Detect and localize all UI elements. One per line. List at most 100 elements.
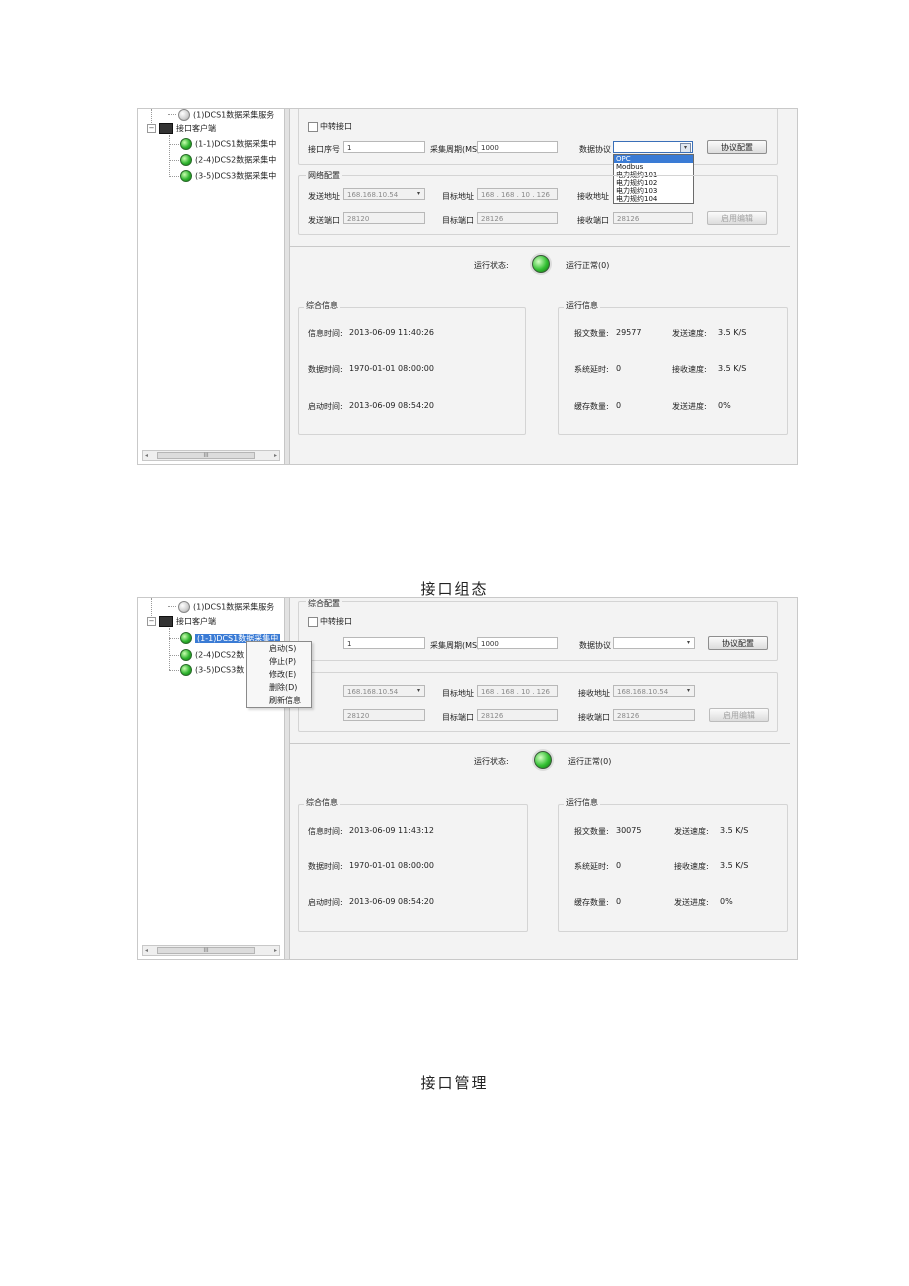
protocol-option[interactable]: OPC: [614, 155, 693, 163]
recv-speed-value: 3.5 K/S: [718, 364, 747, 373]
recv-addr-select[interactable]: 168.168.10.54 ▾: [613, 685, 695, 697]
protocol-select[interactable]: ▾: [613, 141, 693, 153]
tree-item-server[interactable]: (1)DCS1数据采集服务: [178, 601, 274, 613]
protocol-select[interactable]: ▾: [613, 637, 695, 649]
send-port-input[interactable]: 28120: [343, 212, 425, 224]
tree-item-client-1[interactable]: (1-1)DCS1数据采集中: [180, 138, 276, 150]
menu-item-edit[interactable]: 修改(E): [247, 668, 311, 681]
data-time-value: 1970-01-01 08:00:00: [349, 364, 434, 373]
relay-checkbox[interactable]: [308, 617, 318, 627]
status-green-icon: [180, 649, 192, 661]
menu-item-delete[interactable]: 删除(D): [247, 681, 311, 694]
dropdown-arrow-icon[interactable]: ▾: [684, 639, 693, 647]
protocol-label: 数据协议: [579, 641, 611, 650]
run-state-label: 运行状态:: [474, 757, 509, 766]
collapse-icon[interactable]: −: [147, 124, 156, 133]
target-addr-label: 目标地址: [442, 689, 474, 698]
enable-edit-button[interactable]: 启用编辑: [707, 211, 767, 225]
dropdown-arrow-icon[interactable]: ▾: [684, 687, 693, 695]
send-addr-select[interactable]: 168.168.10.54 ▾: [343, 188, 425, 200]
recv-addr-label: 接收地址: [577, 192, 609, 201]
recv-addr-label: 接收地址: [578, 689, 610, 698]
tree-horizontal-scrollbar[interactable]: ◂ III ▸: [142, 945, 280, 956]
send-speed-value: 3.5 K/S: [720, 826, 749, 835]
tree-item-client-2[interactable]: (2-4)DCS2数: [180, 649, 244, 661]
interface-tree: (1)DCS1数据采集服务 − 接口客户端 (1-1)DCS1数据采集中 (2-4…: [138, 109, 285, 464]
port-no-input[interactable]: 1: [343, 141, 425, 153]
relay-label: 中转接口: [320, 122, 352, 131]
network-group: [298, 175, 778, 235]
protocol-config-button[interactable]: 协议配置: [707, 140, 767, 154]
scroll-thumb[interactable]: III: [157, 452, 255, 459]
tree-item-clients[interactable]: − 接口客户端: [147, 616, 216, 628]
tree-item-clients[interactable]: − 接口客户端: [147, 123, 216, 135]
start-time-label: 启动时间:: [308, 402, 343, 411]
send-port-input[interactable]: 28120: [343, 709, 425, 721]
send-progress-label: 发送进度:: [674, 898, 709, 907]
dropdown-arrow-icon[interactable]: ▾: [414, 190, 423, 198]
target-port-input[interactable]: 28126: [477, 709, 558, 721]
send-progress-value: 0%: [718, 401, 731, 410]
port-no-input[interactable]: 1: [343, 637, 425, 649]
menu-item-refresh[interactable]: 刷新信息: [247, 694, 311, 707]
start-time-value: 2013-06-09 08:54:20: [349, 897, 434, 906]
status-green-icon: [180, 632, 192, 644]
tree-item-client-2[interactable]: (2-4)DCS2数据采集中: [180, 154, 276, 166]
run-info-title: 运行信息: [564, 300, 600, 311]
period-input[interactable]: 1000: [477, 637, 558, 649]
enable-edit-button[interactable]: 启用编辑: [709, 708, 769, 722]
scroll-thumb[interactable]: III: [157, 947, 255, 954]
tree-item-server[interactable]: (1)DCS1数据采集服务: [178, 109, 274, 121]
send-progress-label: 发送进度:: [672, 402, 707, 411]
tree-item-client-3[interactable]: (3-5)DCS3数据采集中: [180, 170, 276, 182]
summary-info-title: 综合信息: [304, 300, 340, 311]
tree-horizontal-scrollbar[interactable]: ◂ III ▸: [142, 450, 280, 461]
target-addr-input[interactable]: 168 . 168 . 10 . 126: [477, 685, 558, 697]
dropdown-arrow-icon[interactable]: ▾: [414, 687, 423, 695]
pane-splitter[interactable]: [284, 109, 290, 464]
scroll-right-icon[interactable]: ▸: [274, 946, 277, 955]
sys-delay-label: 系统延时:: [574, 365, 609, 374]
collapse-icon[interactable]: −: [147, 617, 156, 626]
network-group: [298, 672, 778, 732]
recv-port-input[interactable]: 28126: [613, 212, 693, 224]
scroll-left-icon[interactable]: ◂: [145, 946, 148, 955]
send-addr-select[interactable]: 168.168.10.54 ▾: [343, 685, 425, 697]
menu-item-start[interactable]: 启动(S): [247, 642, 311, 655]
tree-context-menu[interactable]: 启动(S) 停止(P) 修改(E) 删除(D) 刷新信息: [246, 641, 312, 708]
target-addr-input[interactable]: 168 . 168 . 10 . 126: [477, 188, 558, 200]
protocol-option[interactable]: Modbus: [614, 163, 693, 171]
info-time-value: 2013-06-09 11:43:12: [349, 826, 434, 835]
tree-item-client-3[interactable]: (3-5)DCS3数: [180, 664, 244, 676]
config-group-title: 综合配置: [306, 598, 342, 609]
info-time-label: 信息时间:: [308, 827, 343, 836]
msg-count-label: 报文数量:: [574, 827, 609, 836]
menu-item-stop[interactable]: 停止(P): [247, 655, 311, 668]
data-time-label: 数据时间:: [308, 365, 343, 374]
period-input[interactable]: 1000: [477, 141, 558, 153]
protocol-config-button[interactable]: 协议配置: [708, 636, 768, 650]
dropdown-arrow-icon[interactable]: ▾: [680, 143, 691, 152]
run-state-led-icon: [532, 255, 550, 273]
recv-port-input[interactable]: 28126: [613, 709, 695, 721]
caption-interface-config: 接口组态: [420, 580, 489, 598]
recv-speed-value: 3.5 K/S: [720, 861, 749, 870]
sys-delay-value: 0: [616, 861, 622, 870]
data-time-value: 1970-01-01 08:00:00: [349, 861, 434, 870]
send-speed-value: 3.5 K/S: [718, 328, 747, 337]
relay-checkbox[interactable]: [308, 122, 318, 132]
msg-count-value: 30075: [616, 826, 642, 835]
data-time-label: 数据时间:: [308, 862, 343, 871]
info-time-label: 信息时间:: [308, 329, 343, 338]
msg-count-label: 报文数量:: [574, 329, 609, 338]
recv-speed-label: 接收速度:: [672, 365, 707, 374]
target-port-input[interactable]: 28126: [477, 212, 558, 224]
recv-speed-label: 接收速度:: [674, 862, 709, 871]
status-green-icon: [180, 154, 192, 166]
status-gray-icon: [178, 109, 190, 121]
scroll-left-icon[interactable]: ◂: [145, 451, 148, 460]
send-speed-label: 发送速度:: [672, 329, 707, 338]
period-label: 采集周期(MS): [430, 145, 481, 154]
period-label: 采集周期(MS): [430, 641, 481, 650]
scroll-right-icon[interactable]: ▸: [274, 451, 277, 460]
